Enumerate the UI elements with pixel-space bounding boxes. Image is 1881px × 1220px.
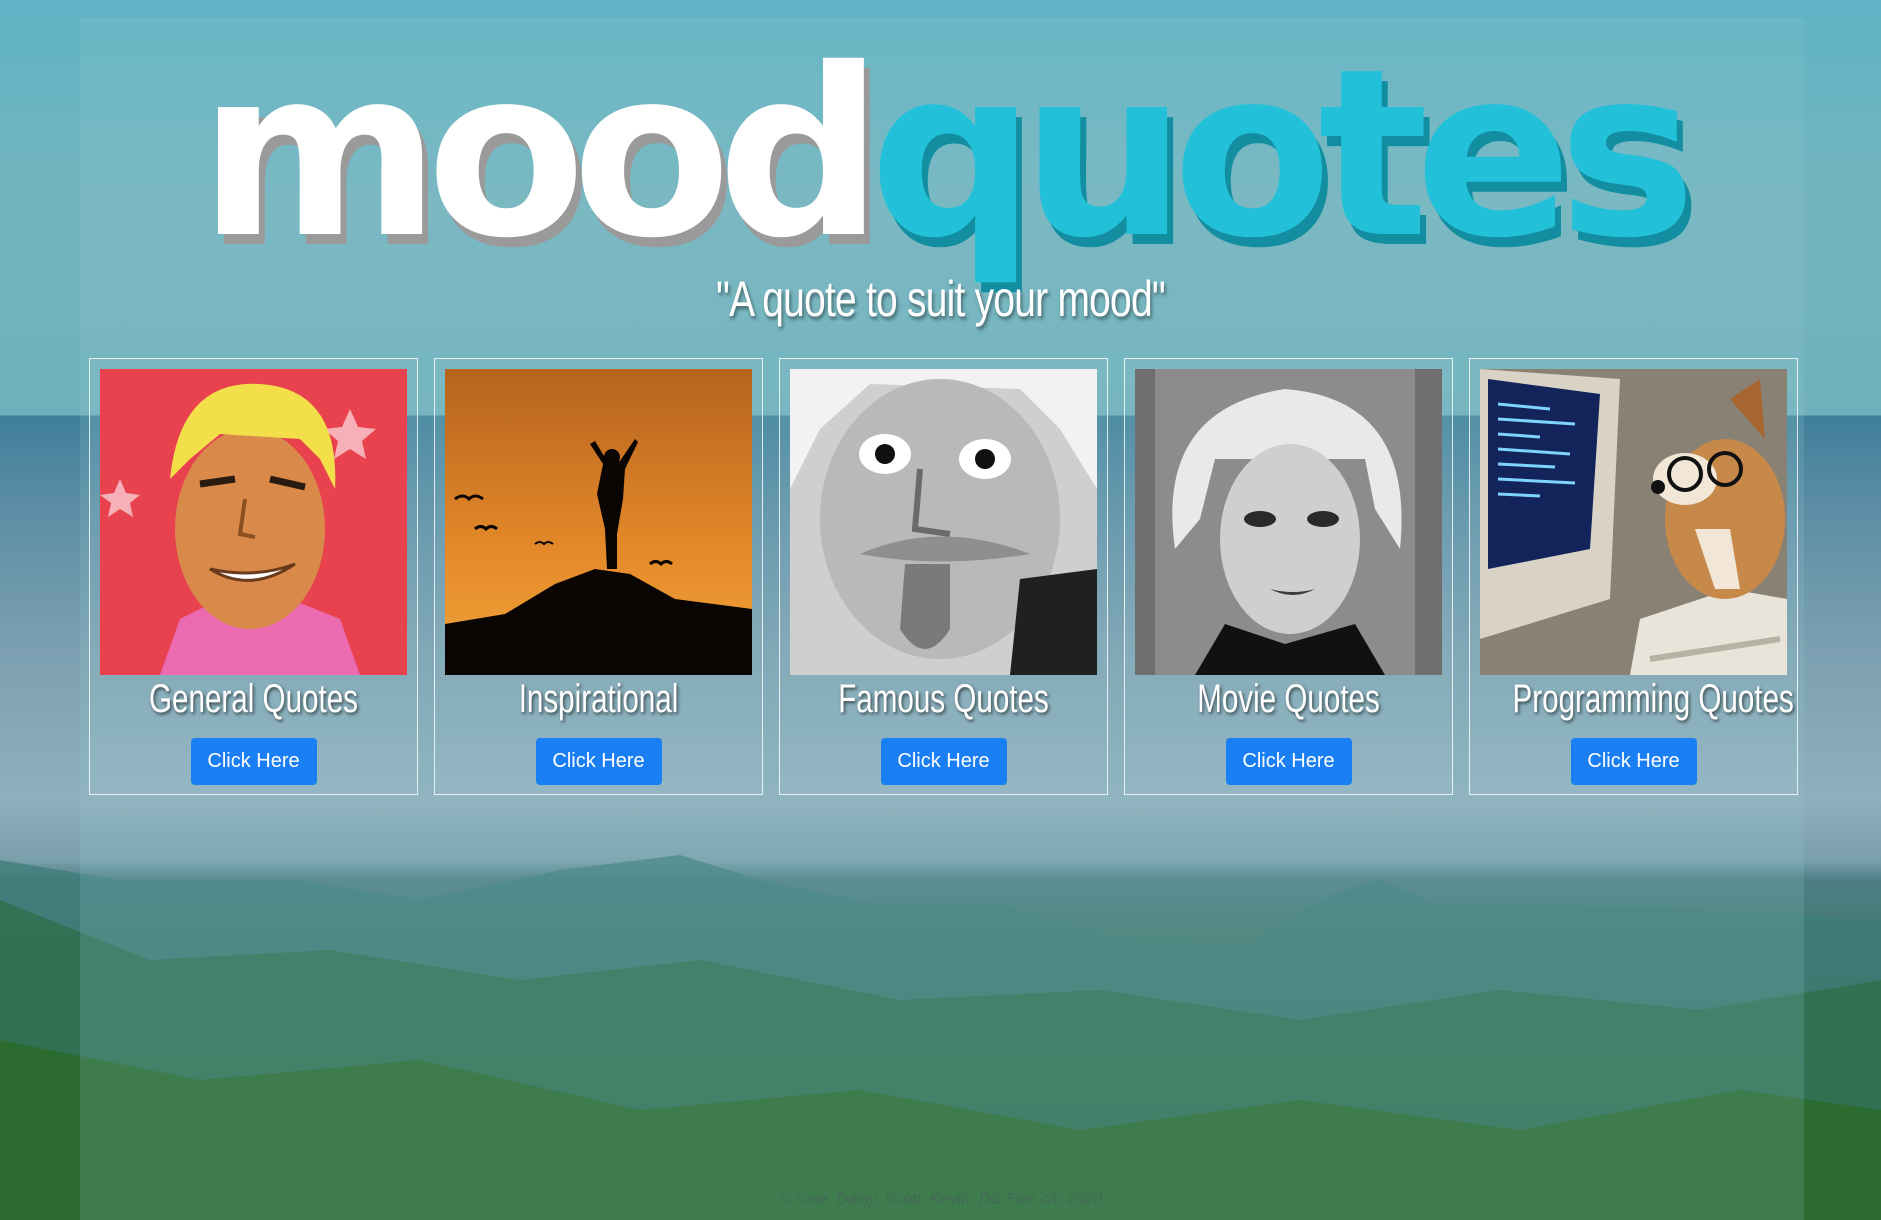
famous-quotes-image <box>790 369 1097 675</box>
famous-quotes-title: Famous Quotes <box>838 677 1049 721</box>
card-general-quotes: General Quotes Click Here <box>89 358 418 795</box>
card-inspirational: Inspirational Click Here <box>434 358 763 795</box>
card-programming-quotes: Programming Quotes Click Here <box>1469 358 1798 795</box>
general-quotes-button[interactable]: Click Here <box>190 738 317 785</box>
inspirational-image <box>445 369 752 675</box>
logo-word-mood: mood <box>198 19 884 289</box>
movie-quotes-image <box>1135 369 1442 675</box>
movie-quotes-title: Movie Quotes <box>1197 677 1380 721</box>
programming-quotes-image <box>1480 369 1787 675</box>
mood-quotes-logo: moodquotes <box>0 24 1881 284</box>
card-famous-quotes: Famous Quotes Click Here <box>779 358 1108 795</box>
footer-credits: © Cole, Daisy, Scott, Kevin. DC Flex c/o… <box>778 1191 1103 1208</box>
card-movie-quotes: Movie Quotes Click Here <box>1124 358 1453 795</box>
tagline: "A quote to suit your mood" <box>716 271 1166 327</box>
famous-quotes-button[interactable]: Click Here <box>880 738 1007 785</box>
programming-quotes-button[interactable]: Click Here <box>1570 738 1697 785</box>
movie-quotes-button[interactable]: Click Here <box>1225 738 1352 785</box>
general-quotes-title: General Quotes <box>149 677 358 721</box>
inspirational-title: Inspirational <box>518 677 679 721</box>
category-cards: General Quotes Click Here Inspirational … <box>89 358 1798 795</box>
general-quotes-image <box>100 369 407 675</box>
logo-word-quotes: quotes <box>869 19 1696 289</box>
inspirational-button[interactable]: Click Here <box>535 738 662 785</box>
programming-quotes-title: Programming Quotes <box>1512 677 1794 721</box>
